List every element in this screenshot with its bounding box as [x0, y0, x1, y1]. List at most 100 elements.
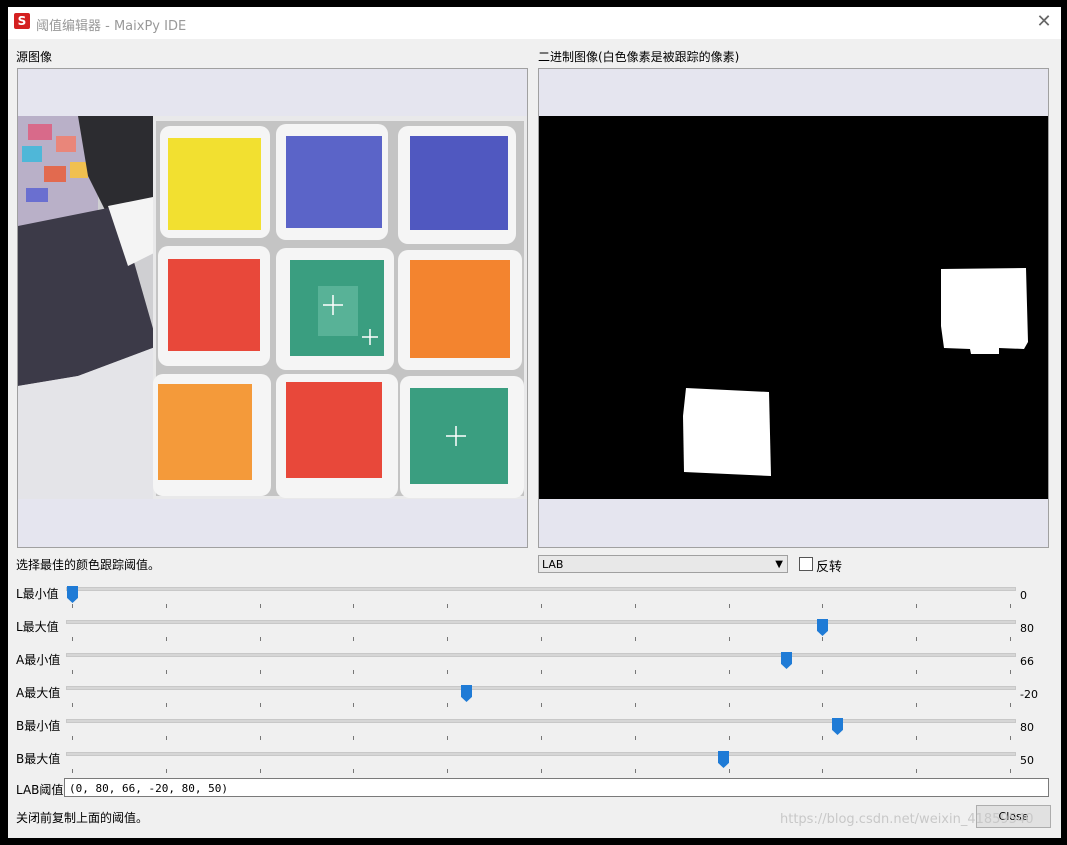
slider-tick	[353, 604, 354, 608]
slider-value: 50	[1020, 754, 1034, 767]
slider-tick	[166, 769, 167, 773]
slider-tick	[260, 736, 261, 740]
slider-tick	[541, 637, 542, 641]
slider-tick	[729, 703, 730, 707]
invert-label: 反转	[816, 560, 843, 575]
slider-tick	[916, 637, 917, 641]
slider-tick	[260, 604, 261, 608]
slider-tick	[72, 637, 73, 641]
slider-tick	[353, 703, 354, 707]
slider-row-a-min: A最小值 66	[8, 649, 1061, 682]
slider-tick	[353, 769, 354, 773]
slider-track[interactable]	[66, 685, 1016, 707]
chevron-down-icon: ▼	[775, 559, 783, 570]
slider-handle[interactable]	[461, 685, 472, 702]
slider-tick	[447, 670, 448, 674]
colorspace-value: LAB	[542, 558, 564, 571]
slider-tick	[72, 604, 73, 608]
slider-tick	[822, 736, 823, 740]
slider-handle[interactable]	[718, 751, 729, 768]
slider-tick	[635, 736, 636, 740]
slider-label: L最大值	[16, 620, 59, 634]
app-logo-icon: S	[14, 13, 30, 29]
slider-tick	[166, 604, 167, 608]
slider-tick	[635, 703, 636, 707]
slider-tick	[353, 670, 354, 674]
slider-tick	[1010, 769, 1011, 773]
slider-track[interactable]	[66, 652, 1016, 674]
slider-tick	[166, 703, 167, 707]
window-title: 阈值编辑器 - MaixPy IDE	[36, 19, 187, 34]
slider-track[interactable]	[66, 718, 1016, 740]
slider-tick	[729, 769, 730, 773]
slider-tick	[822, 637, 823, 641]
slider-tick	[541, 670, 542, 674]
slider-handle[interactable]	[832, 718, 843, 735]
slider-tick	[822, 703, 823, 707]
slider-value: 66	[1020, 655, 1034, 668]
slider-tick	[635, 670, 636, 674]
slider-tick	[635, 769, 636, 773]
slider-track[interactable]	[66, 586, 1016, 608]
slider-tick	[541, 736, 542, 740]
slider-tick	[166, 637, 167, 641]
source-image-frame	[17, 68, 528, 548]
slider-tick	[447, 637, 448, 641]
source-camera-image	[18, 116, 527, 499]
rubik-cube-photo	[18, 116, 527, 499]
slider-row-l-min: L最小值 0	[8, 583, 1061, 616]
slider-value: 0	[1020, 589, 1027, 602]
slider-tick	[72, 703, 73, 707]
binary-image	[539, 116, 1048, 499]
slider-tick	[541, 703, 542, 707]
slider-tick	[635, 637, 636, 641]
slider-tick	[72, 736, 73, 740]
slider-tick	[1010, 637, 1011, 641]
close-window-icon[interactable]: ✕	[1033, 11, 1055, 33]
slider-tick	[1010, 604, 1011, 608]
lab-threshold-field[interactable]: (0, 80, 66, -20, 80, 50)	[64, 778, 1049, 797]
slider-track[interactable]	[66, 619, 1016, 641]
slider-tick	[353, 736, 354, 740]
copy-hint-text: 关闭前复制上面的阈值。	[16, 811, 149, 825]
threshold-editor-window: S 阈值编辑器 - MaixPy IDE ✕ 源图像 二进制图像(白色像素是被跟…	[8, 7, 1061, 838]
slider-tick	[729, 637, 730, 641]
tracked-pixels-mask	[539, 116, 1048, 499]
slider-value: 80	[1020, 622, 1034, 635]
slider-tick	[729, 670, 730, 674]
slider-handle[interactable]	[817, 619, 828, 636]
slider-tick	[260, 703, 261, 707]
slider-row-a-max: A最大值 -20	[8, 682, 1061, 715]
slider-label: B最小值	[16, 719, 61, 733]
slider-track[interactable]	[66, 751, 1016, 773]
slider-tick	[353, 637, 354, 641]
slider-tick	[1010, 670, 1011, 674]
slider-tick	[916, 769, 917, 773]
lab-threshold-label: LAB阈值	[16, 783, 64, 797]
slider-tick	[1010, 736, 1011, 740]
invert-checkbox[interactable]	[799, 557, 813, 571]
slider-row-l-max: L最大值 80	[8, 616, 1061, 649]
slider-tick	[1010, 703, 1011, 707]
slider-tick	[447, 703, 448, 707]
slider-tick	[260, 670, 261, 674]
slider-tick	[541, 604, 542, 608]
binary-image-frame	[538, 68, 1049, 548]
slider-tick	[447, 769, 448, 773]
slider-handle[interactable]	[781, 652, 792, 669]
slider-tick	[166, 736, 167, 740]
binary-image-label: 二进制图像(白色像素是被跟踪的像素)	[538, 50, 740, 64]
slider-tick	[635, 604, 636, 608]
instruction-text: 选择最佳的颜色跟踪阈值。	[16, 558, 161, 572]
slider-handle[interactable]	[67, 586, 78, 603]
slider-row-b-max: B最大值 50	[8, 748, 1061, 781]
slider-row-b-min: B最小值 80	[8, 715, 1061, 748]
slider-tick	[729, 604, 730, 608]
slider-tick	[166, 670, 167, 674]
slider-tick	[916, 736, 917, 740]
watermark-text: https://blog.csdn.net/weixin_41859540	[780, 812, 1034, 827]
slider-value: 80	[1020, 721, 1034, 734]
slider-tick	[822, 670, 823, 674]
colorspace-select[interactable]: LAB ▼	[538, 555, 788, 573]
slider-tick	[729, 736, 730, 740]
